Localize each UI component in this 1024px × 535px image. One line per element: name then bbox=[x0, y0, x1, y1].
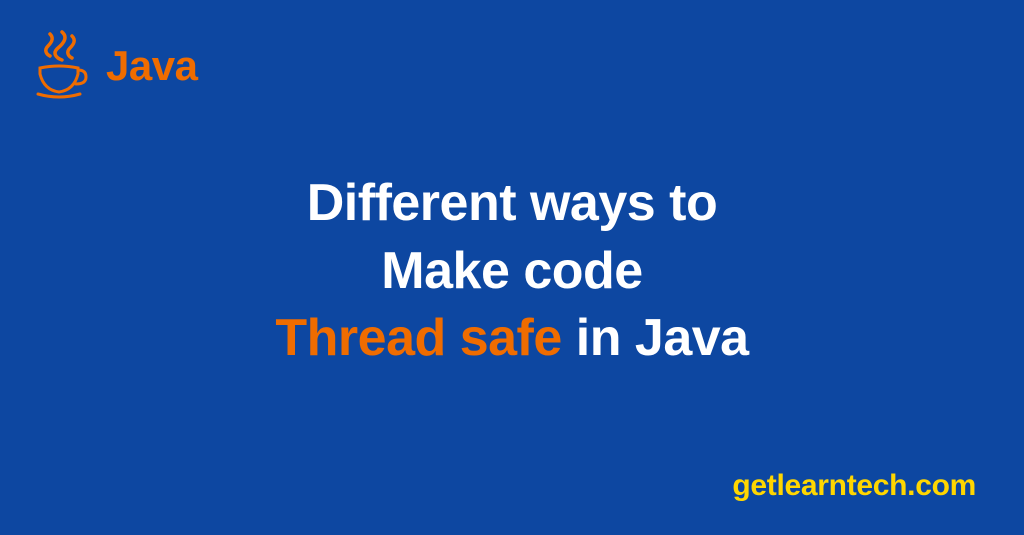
page-title: Different ways to Make code Thread safe … bbox=[0, 170, 1024, 373]
java-logo-block: Java bbox=[30, 30, 197, 102]
title-highlight: Thread safe bbox=[275, 309, 561, 367]
title-line-2: Make code bbox=[0, 238, 1024, 306]
title-tail: in Java bbox=[562, 309, 749, 367]
title-line-3: Thread safe in Java bbox=[0, 305, 1024, 373]
title-line-1: Different ways to bbox=[0, 170, 1024, 238]
java-logo-text: Java bbox=[106, 42, 197, 90]
footer-site-link[interactable]: getlearntech.com bbox=[732, 469, 976, 503]
java-steam-icon bbox=[30, 30, 88, 102]
